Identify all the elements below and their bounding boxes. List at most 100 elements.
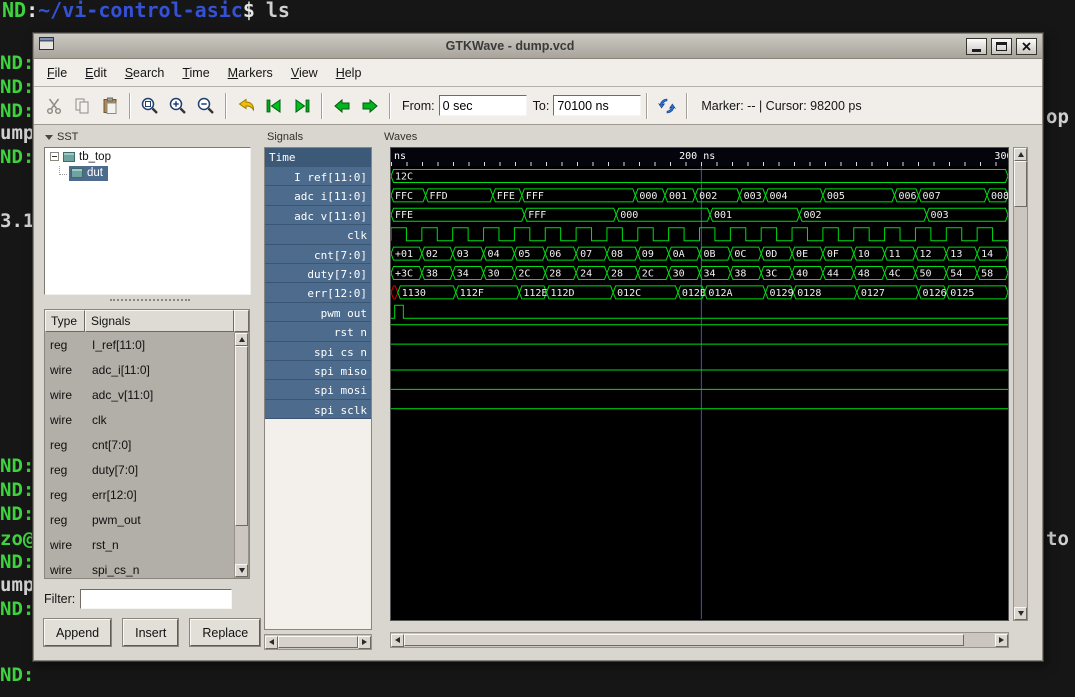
shift-left-button[interactable]: [328, 92, 356, 120]
table-row[interactable]: wire spi_cs_n: [45, 557, 234, 578]
cut-button[interactable]: [40, 92, 68, 120]
scroll-right-button[interactable]: [358, 635, 371, 649]
signal-name[interactable]: spi sclk: [265, 399, 371, 420]
scrollbar-thumb[interactable]: [1014, 161, 1027, 207]
signal-name[interactable]: pwm out: [265, 302, 371, 323]
svg-text:13: 13: [950, 249, 962, 260]
table-row[interactable]: wire rst_n: [45, 532, 234, 557]
table-row[interactable]: wire adc_i[11:0]: [45, 357, 234, 382]
scroll-up-button[interactable]: [1014, 148, 1027, 161]
svg-text:112F: 112F: [460, 288, 484, 299]
to-input[interactable]: [553, 95, 642, 116]
terminal-text-fragment: ND:: [0, 455, 35, 477]
zoom-undo-button[interactable]: [232, 92, 260, 120]
menu-help[interactable]: Help: [327, 61, 371, 85]
terminal-text-fragment: to: [1046, 528, 1069, 550]
append-button[interactable]: Append: [44, 619, 112, 646]
paste-button[interactable]: [96, 92, 124, 120]
table-row[interactable]: reg err[12:0]: [45, 482, 234, 507]
time-header: Time: [265, 148, 371, 167]
signal-name[interactable]: adc i[11:0]: [265, 186, 371, 206]
table-header-signals[interactable]: Signals: [85, 310, 234, 332]
scrollbar-thumb[interactable]: [278, 636, 358, 648]
terminal-text-fragment: 3.1: [0, 210, 35, 232]
scrollbar-thumb[interactable]: [235, 346, 248, 526]
menu-edit[interactable]: Edit: [76, 61, 116, 85]
sst-header[interactable]: SST: [42, 129, 258, 145]
scroll-down-button[interactable]: [235, 564, 248, 577]
skip-to-start-button[interactable]: [260, 92, 288, 120]
replace-button[interactable]: Replace: [190, 619, 261, 646]
shift-right-button[interactable]: [356, 92, 384, 120]
scroll-left-button[interactable]: [391, 633, 404, 647]
menu-search[interactable]: Search: [116, 61, 174, 85]
table-row[interactable]: reg pwm_out: [45, 507, 234, 532]
tree-expander-icon[interactable]: [50, 152, 59, 161]
terminal-text-fragment: ump: [0, 574, 35, 596]
signals-horizontal-scrollbar[interactable]: [264, 634, 372, 650]
signal-name[interactable]: rst n: [265, 322, 371, 342]
timeline-unit: ns: [394, 151, 407, 162]
table-row[interactable]: reg cnt[7:0]: [45, 432, 234, 457]
waveform-area[interactable]: 12C FFC FFD FFE FFF 000 001 002 003 004 005 006 007 0…: [390, 166, 1009, 621]
signal-name[interactable]: spi miso: [265, 360, 371, 381]
table-row[interactable]: reg duty[7:0]: [45, 457, 234, 482]
signal-name[interactable]: spi cs n: [265, 341, 371, 361]
minimize-button[interactable]: [966, 37, 987, 55]
signal-name[interactable]: I ref[11:0]: [265, 167, 371, 187]
scroll-down-button[interactable]: [1014, 607, 1027, 620]
svg-text:FFD: FFD: [430, 191, 448, 202]
svg-text:58: 58: [981, 268, 993, 279]
pane-resize-grip[interactable]: [110, 299, 190, 301]
table-header-type[interactable]: Type: [45, 310, 85, 332]
arrow-left-icon: [334, 98, 350, 113]
menu-file[interactable]: File: [38, 61, 76, 85]
svg-text:38: 38: [734, 268, 746, 279]
insert-button[interactable]: Insert: [123, 619, 179, 646]
scroll-right-button[interactable]: [995, 633, 1008, 647]
table-row[interactable]: reg I_ref[11:0]: [45, 332, 234, 357]
scrollbar-thumb[interactable]: [404, 634, 964, 646]
scroll-left-button[interactable]: [265, 635, 278, 649]
svg-text:1130: 1130: [402, 288, 426, 299]
toolbar: From: To: Marker: -- | Cursor: 98200 ps: [34, 87, 1042, 125]
close-button[interactable]: [1016, 37, 1037, 55]
signal-name[interactable]: adc v[11:0]: [265, 205, 371, 226]
svg-text:001: 001: [669, 191, 687, 202]
signal-name[interactable]: spi mosi: [265, 380, 371, 400]
svg-text:12C: 12C: [395, 171, 413, 182]
zoom-in-button[interactable]: [164, 92, 192, 120]
waveform-canvas[interactable]: 12C FFC FFD FFE FFF 000 001 002 003 004 005 006 007 0…: [391, 166, 1008, 619]
svg-text:0D: 0D: [765, 249, 777, 260]
scroll-up-button[interactable]: [235, 333, 248, 346]
filter-input[interactable]: [80, 589, 233, 609]
signal-name[interactable]: clk: [265, 225, 371, 245]
maximize-button[interactable]: [991, 37, 1012, 55]
table-scrollbar[interactable]: [234, 332, 249, 578]
copy-button[interactable]: [68, 92, 96, 120]
menu-time[interactable]: Time: [173, 61, 218, 85]
maximize-icon: [996, 41, 1007, 51]
signal-name[interactable]: err[12:0]: [265, 283, 371, 303]
waves-vertical-scrollbar[interactable]: [1013, 147, 1028, 621]
menu-view[interactable]: View: [282, 61, 327, 85]
timeline[interactable]: ns 200 ns 300 n: [390, 147, 1009, 166]
reload-button[interactable]: [653, 92, 681, 120]
minimize-icon: [972, 48, 981, 52]
tree-item-tb-top[interactable]: tb_top: [45, 148, 250, 165]
terminal-text-fragment: ND:: [0, 52, 35, 74]
tree-item-dut[interactable]: dut: [45, 165, 250, 182]
signal-name[interactable]: cnt[7:0]: [265, 244, 371, 264]
zoom-out-button[interactable]: [192, 92, 220, 120]
signal-name[interactable]: duty[7:0]: [265, 263, 371, 284]
skip-to-end-button[interactable]: [288, 92, 316, 120]
from-input[interactable]: [438, 95, 527, 116]
zoom-fit-button[interactable]: [136, 92, 164, 120]
menu-markers[interactable]: Markers: [219, 61, 282, 85]
table-row[interactable]: wire adc_v[11:0]: [45, 382, 234, 407]
table-row[interactable]: wire clk: [45, 407, 234, 432]
waves-horizontal-scrollbar[interactable]: [390, 632, 1009, 648]
signal-name-cell: cnt[7:0]: [92, 437, 132, 452]
svg-text:04: 04: [488, 249, 500, 260]
window-titlebar[interactable]: GTKWave - dump.vcd: [34, 34, 1042, 59]
